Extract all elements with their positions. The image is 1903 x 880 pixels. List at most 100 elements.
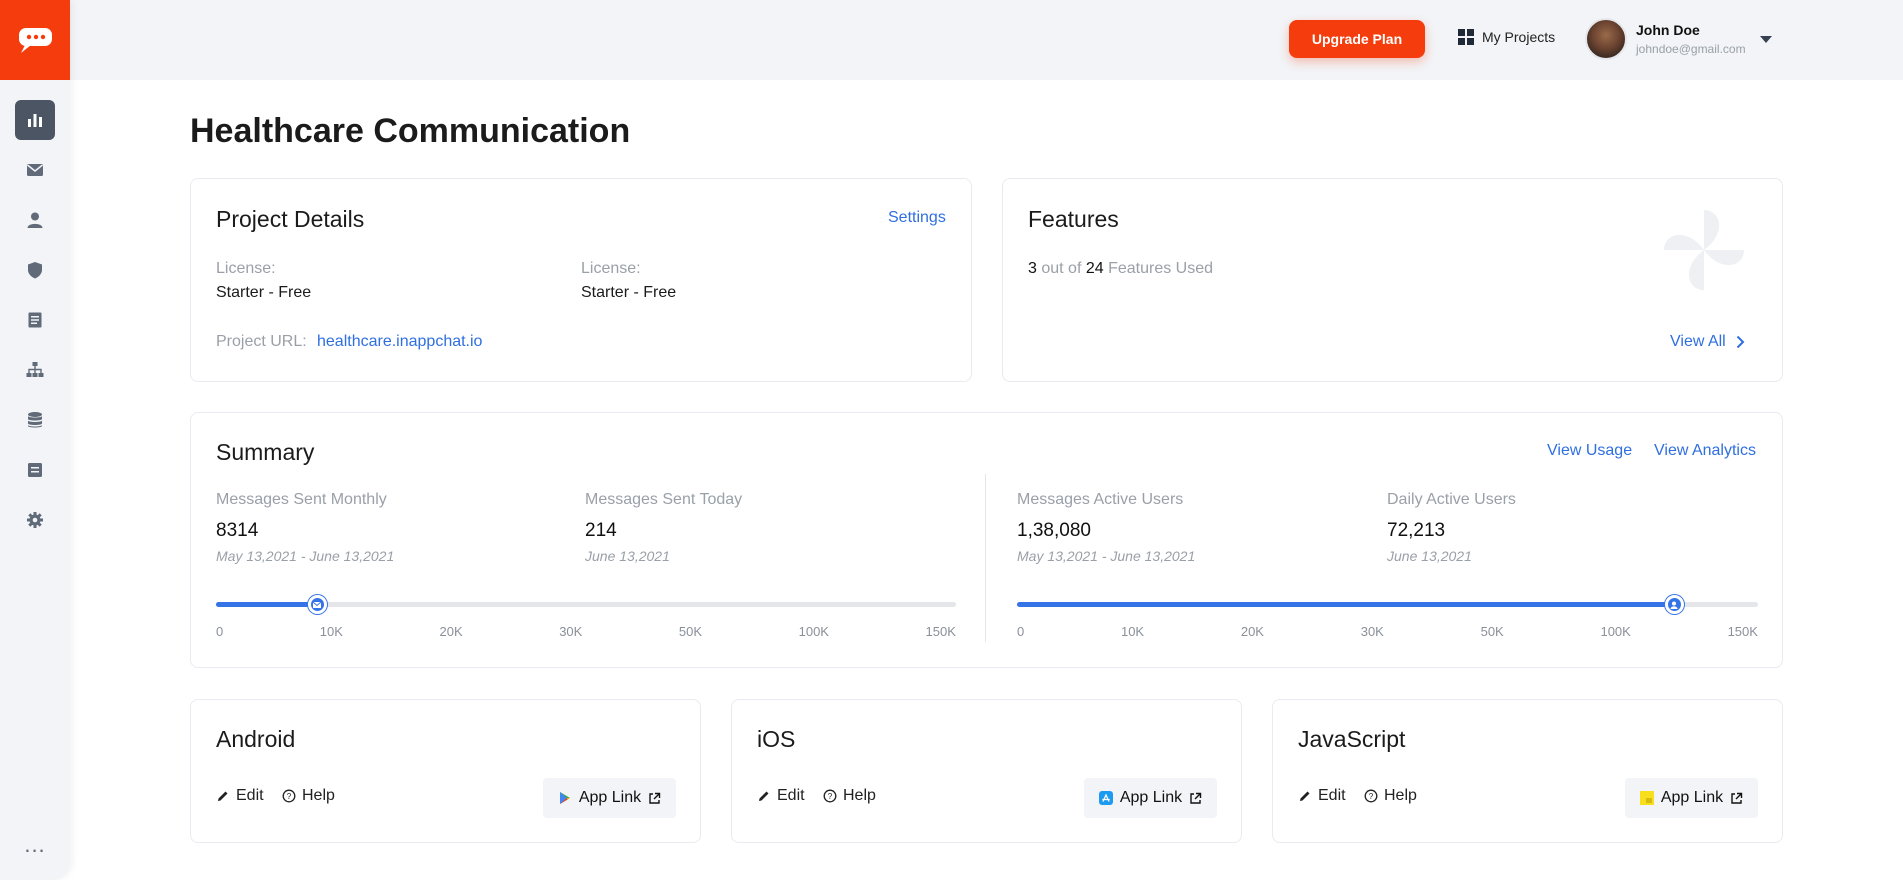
- svg-text:?: ?: [828, 792, 833, 801]
- note-icon: [28, 463, 42, 477]
- stat-value: 1,38,080: [1017, 520, 1091, 541]
- help-icon: ?: [1364, 789, 1378, 803]
- platform-title: Android: [216, 726, 296, 752]
- tick-label: 100K: [1600, 624, 1631, 639]
- license-label: License:: [216, 260, 276, 277]
- app-link-label: App Link: [1119, 789, 1183, 806]
- chevron-right-icon: [1736, 335, 1745, 349]
- tick-label: 100K: [798, 624, 829, 639]
- sidebar-item-documents[interactable]: [15, 300, 55, 340]
- sidebar-item-database[interactable]: [15, 400, 55, 440]
- javascript-card: JavaScript Edit ? Help App Link: [1272, 699, 1783, 843]
- view-analytics-link[interactable]: View Analytics: [1654, 442, 1756, 460]
- stat-title: Messages Sent Today: [585, 491, 743, 508]
- tick-label: 20K: [1240, 624, 1264, 639]
- chevron-down-icon[interactable]: [1759, 35, 1772, 43]
- sidebar-item-settings[interactable]: [15, 500, 55, 540]
- summary-card: Summary View Usage View Analytics Messag…: [190, 412, 1783, 668]
- edit-label: Edit: [236, 787, 264, 804]
- app-link-button[interactable]: App Link: [1625, 778, 1758, 818]
- user-icon: [1670, 601, 1678, 609]
- shield-icon: [28, 262, 42, 279]
- tick-label: 10K: [1120, 624, 1145, 639]
- edit-button[interactable]: Edit: [757, 787, 805, 805]
- user-name: John Doe: [1636, 22, 1700, 38]
- messages-slider-handle[interactable]: [307, 595, 327, 614]
- sidebar-item-messages[interactable]: [15, 150, 55, 190]
- view-usage-link[interactable]: View Usage: [1547, 442, 1632, 460]
- app-link-label: App Link: [578, 789, 642, 806]
- ios-card: iOS Edit ? Help App Link: [731, 699, 1242, 843]
- features-total-count: 24: [1085, 260, 1104, 277]
- help-button[interactable]: ? Help: [1364, 787, 1417, 805]
- app-link-button[interactable]: App Link: [543, 778, 676, 818]
- external-link-icon: [1190, 792, 1202, 804]
- features-used-label: Features Used: [1108, 260, 1214, 277]
- javascript-icon: [1639, 791, 1654, 805]
- more-icon[interactable]: ...: [0, 834, 70, 856]
- sidebar-item-notes[interactable]: [15, 450, 55, 490]
- edit-button[interactable]: Edit: [1298, 787, 1346, 805]
- help-label: Help: [843, 787, 876, 804]
- license-value-2: Starter - Free: [581, 284, 677, 301]
- features-used-count: 3: [1028, 260, 1037, 277]
- summary-divider: [985, 474, 986, 642]
- pencil-icon: [759, 791, 769, 801]
- features-title: Features: [1028, 206, 1119, 232]
- tick-label: 20K: [439, 624, 463, 639]
- stat-date-range: June 13,2021: [585, 548, 670, 564]
- tick-label: 0: [1017, 624, 1025, 639]
- stat-title: Daily Active Users: [1387, 491, 1516, 508]
- project-url-link[interactable]: healthcare.inappchat.io: [317, 333, 482, 351]
- help-label: Help: [302, 787, 335, 804]
- users-slider-fill: [1017, 602, 1675, 607]
- mail-icon: [27, 164, 43, 176]
- features-out-of: out of: [1041, 260, 1082, 277]
- avatar: [1585, 18, 1627, 60]
- hierarchy-icon: [26, 362, 44, 377]
- project-url-label: Project URL:: [216, 333, 307, 350]
- user-profile-menu[interactable]: John Doe johndoe@gmail.com: [1585, 18, 1772, 60]
- sidebar-item-structure[interactable]: [15, 350, 55, 390]
- edit-label: Edit: [1318, 787, 1346, 804]
- license-value: Starter - Free: [216, 284, 312, 301]
- tick-label: 30K: [559, 624, 583, 639]
- settings-link[interactable]: Settings: [888, 209, 946, 227]
- grid-icon: [1458, 29, 1474, 45]
- page-title: Healthcare Communication: [190, 112, 631, 150]
- pinwheel-icon: [1664, 210, 1744, 290]
- my-projects-label: My Projects: [1482, 29, 1556, 45]
- external-link-icon: [649, 792, 661, 804]
- help-label: Help: [1384, 787, 1417, 804]
- messages-slider-track[interactable]: [216, 595, 956, 614]
- sidebar-item-security[interactable]: [15, 250, 55, 290]
- edit-button[interactable]: Edit: [216, 787, 264, 805]
- help-button[interactable]: ? Help: [823, 787, 876, 805]
- app-link-button[interactable]: App Link: [1084, 778, 1217, 818]
- app-logo[interactable]: [0, 0, 70, 80]
- google-play-icon: [559, 792, 570, 804]
- features-card: Features 3 out of 24 Features Used View …: [1002, 178, 1783, 382]
- stat-date-range: May 13,2021 - June 13,2021: [216, 548, 395, 564]
- summary-title: Summary: [216, 439, 315, 465]
- stat-value: 8314: [216, 520, 259, 541]
- stat-value: 72,213: [1387, 520, 1446, 541]
- sidebar-item-users[interactable]: [15, 200, 55, 240]
- help-button[interactable]: ? Help: [282, 787, 335, 805]
- view-all-label: View All: [1670, 333, 1726, 350]
- sidebar: ...: [0, 0, 70, 880]
- bar-chart-icon: [28, 114, 42, 127]
- external-link-icon: [1731, 792, 1743, 804]
- pencil-icon: [218, 791, 228, 801]
- users-slider-handle[interactable]: [1664, 595, 1684, 614]
- users-slider-ticks: 0 10K 20K 30K 50K 100K 150K: [1017, 624, 1758, 639]
- mail-icon: [313, 601, 322, 608]
- upgrade-plan-button[interactable]: Upgrade Plan: [1289, 20, 1425, 58]
- tick-label: 10K: [319, 624, 343, 639]
- svg-text:?: ?: [287, 792, 292, 801]
- android-card: Android Edit ? Help App Link: [190, 699, 701, 843]
- my-projects-link[interactable]: My Projects: [1458, 29, 1555, 45]
- view-all-link[interactable]: View All: [1670, 333, 1745, 351]
- users-slider-track[interactable]: [1017, 595, 1758, 614]
- sidebar-item-dashboard[interactable]: [15, 100, 55, 140]
